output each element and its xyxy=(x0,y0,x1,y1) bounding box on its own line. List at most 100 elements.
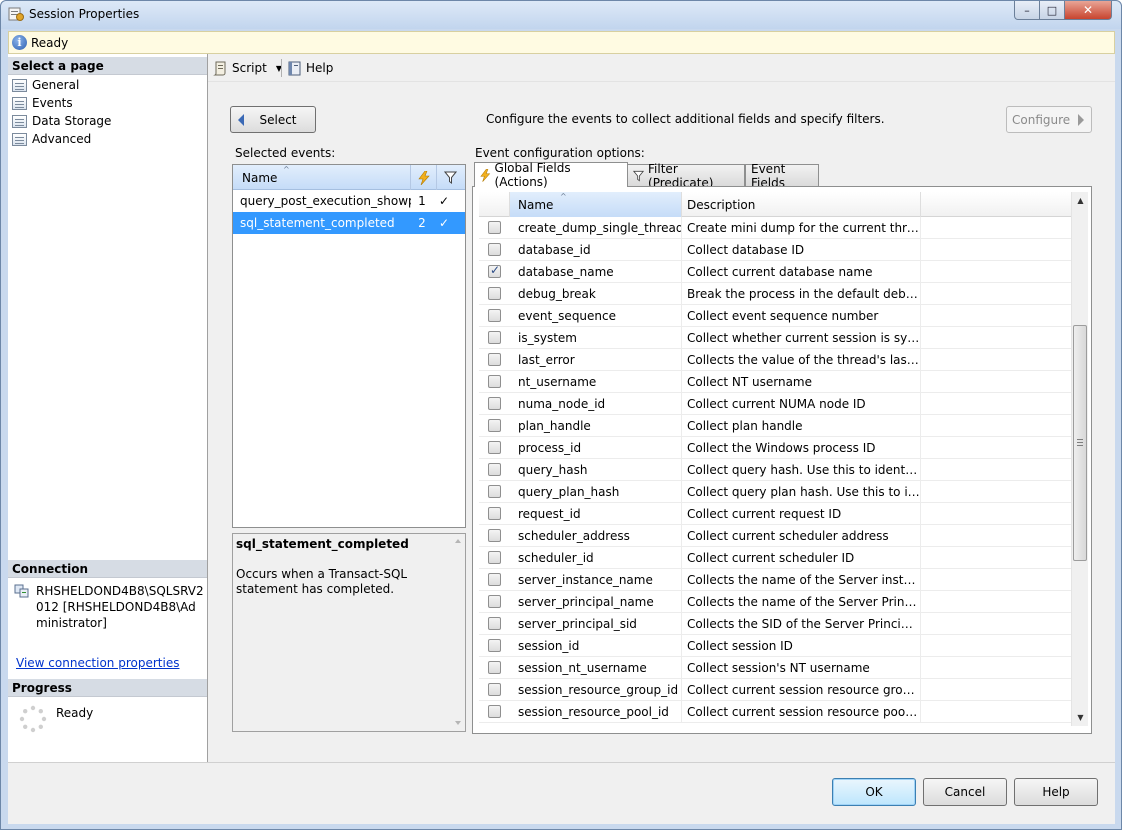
event-config-options-label: Event configuration options: xyxy=(475,146,645,160)
global-field-checkbox[interactable] xyxy=(488,309,501,322)
global-field-checkbox[interactable] xyxy=(488,639,501,652)
global-field-description: Create mini dump for the current thread xyxy=(682,216,921,239)
page-icon xyxy=(12,78,27,92)
tab-global-fields[interactable]: Global Fields (Actions) xyxy=(474,161,628,189)
global-field-name: event_sequence xyxy=(510,304,682,327)
global-field-row[interactable]: is_system Collect whether current session… xyxy=(479,326,1072,349)
global-field-row[interactable]: server_principal_name Collects the name o… xyxy=(479,590,1072,613)
close-button[interactable]: ✕ xyxy=(1064,1,1112,20)
global-field-row[interactable]: scheduler_id Collect current scheduler ID xyxy=(479,546,1072,569)
global-field-row[interactable]: last_error Collects the value of the thre… xyxy=(479,348,1072,371)
global-field-row[interactable]: server_instance_name Collects the name of… xyxy=(479,568,1072,591)
selected-events-list[interactable]: ^ Name query_post_execution_showplan 1 xyxy=(232,164,466,528)
global-field-row[interactable]: event_sequence Collect event sequence num… xyxy=(479,304,1072,327)
global-field-row[interactable]: plan_handle Collect plan handle xyxy=(479,414,1072,437)
ok-button[interactable]: OK xyxy=(832,778,916,806)
scroll-down-icon[interactable]: ▼ xyxy=(1072,709,1089,726)
global-field-row[interactable]: request_id Collect current request ID xyxy=(479,502,1072,525)
scrollbar-grip-icon xyxy=(1077,439,1083,446)
column-header-description[interactable]: Description xyxy=(682,192,921,217)
tab-filter-predicate[interactable]: Filter (Predicate) xyxy=(627,162,745,190)
global-field-checkbox[interactable] xyxy=(488,397,501,410)
global-field-row[interactable]: numa_node_id Collect current NUMA node ID xyxy=(479,392,1072,415)
minimize-button[interactable]: – xyxy=(1014,1,1040,20)
global-field-checkbox[interactable] xyxy=(488,617,501,630)
page-item-events[interactable]: Events xyxy=(12,94,73,112)
global-field-checkbox[interactable] xyxy=(488,683,501,696)
global-field-checkbox[interactable] xyxy=(488,375,501,388)
global-field-checkbox-cell xyxy=(479,591,510,613)
global-field-checkbox[interactable] xyxy=(488,243,501,256)
global-field-row[interactable]: query_hash Collect query hash. Use this t… xyxy=(479,458,1072,481)
global-field-checkbox[interactable] xyxy=(488,353,501,366)
column-header-actions[interactable] xyxy=(411,165,437,190)
global-field-checkbox[interactable] xyxy=(488,661,501,674)
global-field-checkbox[interactable] xyxy=(488,331,501,344)
global-field-checkbox[interactable] xyxy=(488,463,501,476)
global-field-description: Collect current session resource pool ID xyxy=(682,700,921,723)
cancel-button[interactable]: Cancel xyxy=(923,778,1007,806)
global-field-checkbox-cell xyxy=(479,327,510,349)
global-field-name: numa_node_id xyxy=(510,392,682,415)
global-field-checkbox[interactable] xyxy=(488,595,501,608)
maximize-button[interactable]: □ xyxy=(1039,1,1065,20)
event-row[interactable]: query_post_execution_showplan 1 ✓ xyxy=(233,190,465,212)
global-field-row[interactable]: query_plan_hash Collect query plan hash. … xyxy=(479,480,1072,503)
script-button[interactable]: Script ▼ xyxy=(211,58,284,78)
global-field-row[interactable]: process_id Collect the Windows process ID xyxy=(479,436,1072,459)
global-field-name: session_id xyxy=(510,634,682,657)
global-field-row[interactable]: nt_username Collect NT username xyxy=(479,370,1072,393)
help-button[interactable]: Help xyxy=(1014,778,1098,806)
page-item-advanced[interactable]: Advanced xyxy=(12,130,91,148)
toolbar: Script ▼ Help xyxy=(208,54,1115,82)
global-field-checkbox[interactable] xyxy=(488,419,501,432)
page-item-general[interactable]: General xyxy=(12,76,79,94)
global-field-row[interactable]: session_resource_pool_id Collect current … xyxy=(479,700,1072,723)
view-connection-properties-link[interactable]: View connection properties xyxy=(16,656,179,670)
configure-button[interactable]: Configure xyxy=(1006,106,1092,133)
global-field-checkbox[interactable] xyxy=(488,529,501,542)
global-field-checkbox[interactable] xyxy=(488,573,501,586)
global-field-row[interactable]: scheduler_address Collect current schedul… xyxy=(479,524,1072,547)
global-field-name: request_id xyxy=(510,502,682,525)
column-header-filter[interactable] xyxy=(437,165,463,190)
select-events-button[interactable]: Select xyxy=(230,106,316,133)
global-field-checkbox-cell xyxy=(479,283,510,305)
global-fields-header: ^ Name Description xyxy=(479,192,1072,217)
page-icon xyxy=(12,132,27,146)
global-field-row[interactable]: session_nt_username Collect session's NT … xyxy=(479,656,1072,679)
title-bar[interactable]: Session Properties – □ ✕ xyxy=(1,1,1121,29)
scrollbar-thumb[interactable] xyxy=(1073,325,1087,561)
column-header-checkbox xyxy=(479,192,510,217)
global-field-checkbox[interactable] xyxy=(488,287,501,300)
event-action-count: 1 xyxy=(418,194,426,208)
event-description-box: sql_statement_completed Occurs when a Tr… xyxy=(232,533,466,732)
status-bar: i Ready xyxy=(8,31,1115,54)
global-field-checkbox[interactable] xyxy=(488,705,501,718)
column-header-name[interactable]: ^ Name xyxy=(510,192,682,217)
event-row-selected[interactable]: sql_statement_completed 2 ✓ xyxy=(233,212,465,234)
global-field-row[interactable]: server_principal_sid Collects the SID of … xyxy=(479,612,1072,635)
global-field-row[interactable]: database_nameCollect current database na… xyxy=(479,260,1072,283)
global-field-checkbox[interactable] xyxy=(488,507,501,520)
events-list-header: ^ Name xyxy=(233,165,465,190)
toolbar-separator xyxy=(281,59,282,77)
global-field-row[interactable]: create_dump_single_thread Create mini dum… xyxy=(479,216,1072,239)
global-fields-grid[interactable]: ^ Name Description create_dump_single_th… xyxy=(479,192,1072,726)
global-field-checkbox[interactable] xyxy=(488,263,501,278)
help-toolbar-button[interactable]: Help xyxy=(285,58,335,78)
tab-event-fields[interactable]: Event Fields xyxy=(745,162,819,190)
page-item-data-storage[interactable]: Data Storage xyxy=(12,112,111,130)
global-field-checkbox[interactable] xyxy=(488,485,501,498)
description-scrollbar[interactable] xyxy=(451,534,465,731)
global-field-row[interactable]: session_id Collect session ID xyxy=(479,634,1072,657)
global-field-checkbox[interactable] xyxy=(488,221,501,234)
global-fields-scrollbar[interactable]: ▲ ▼ xyxy=(1071,192,1088,726)
global-field-checkbox[interactable] xyxy=(488,441,501,454)
global-field-row[interactable]: debug_break Break the process in the defa… xyxy=(479,282,1072,305)
global-field-row[interactable]: session_resource_group_id Collect current… xyxy=(479,678,1072,701)
scroll-up-icon[interactable]: ▲ xyxy=(1072,192,1089,209)
column-header-name[interactable]: ^ Name xyxy=(233,165,411,190)
global-field-row[interactable]: database_id Collect database ID xyxy=(479,238,1072,261)
global-field-checkbox[interactable] xyxy=(488,551,501,564)
